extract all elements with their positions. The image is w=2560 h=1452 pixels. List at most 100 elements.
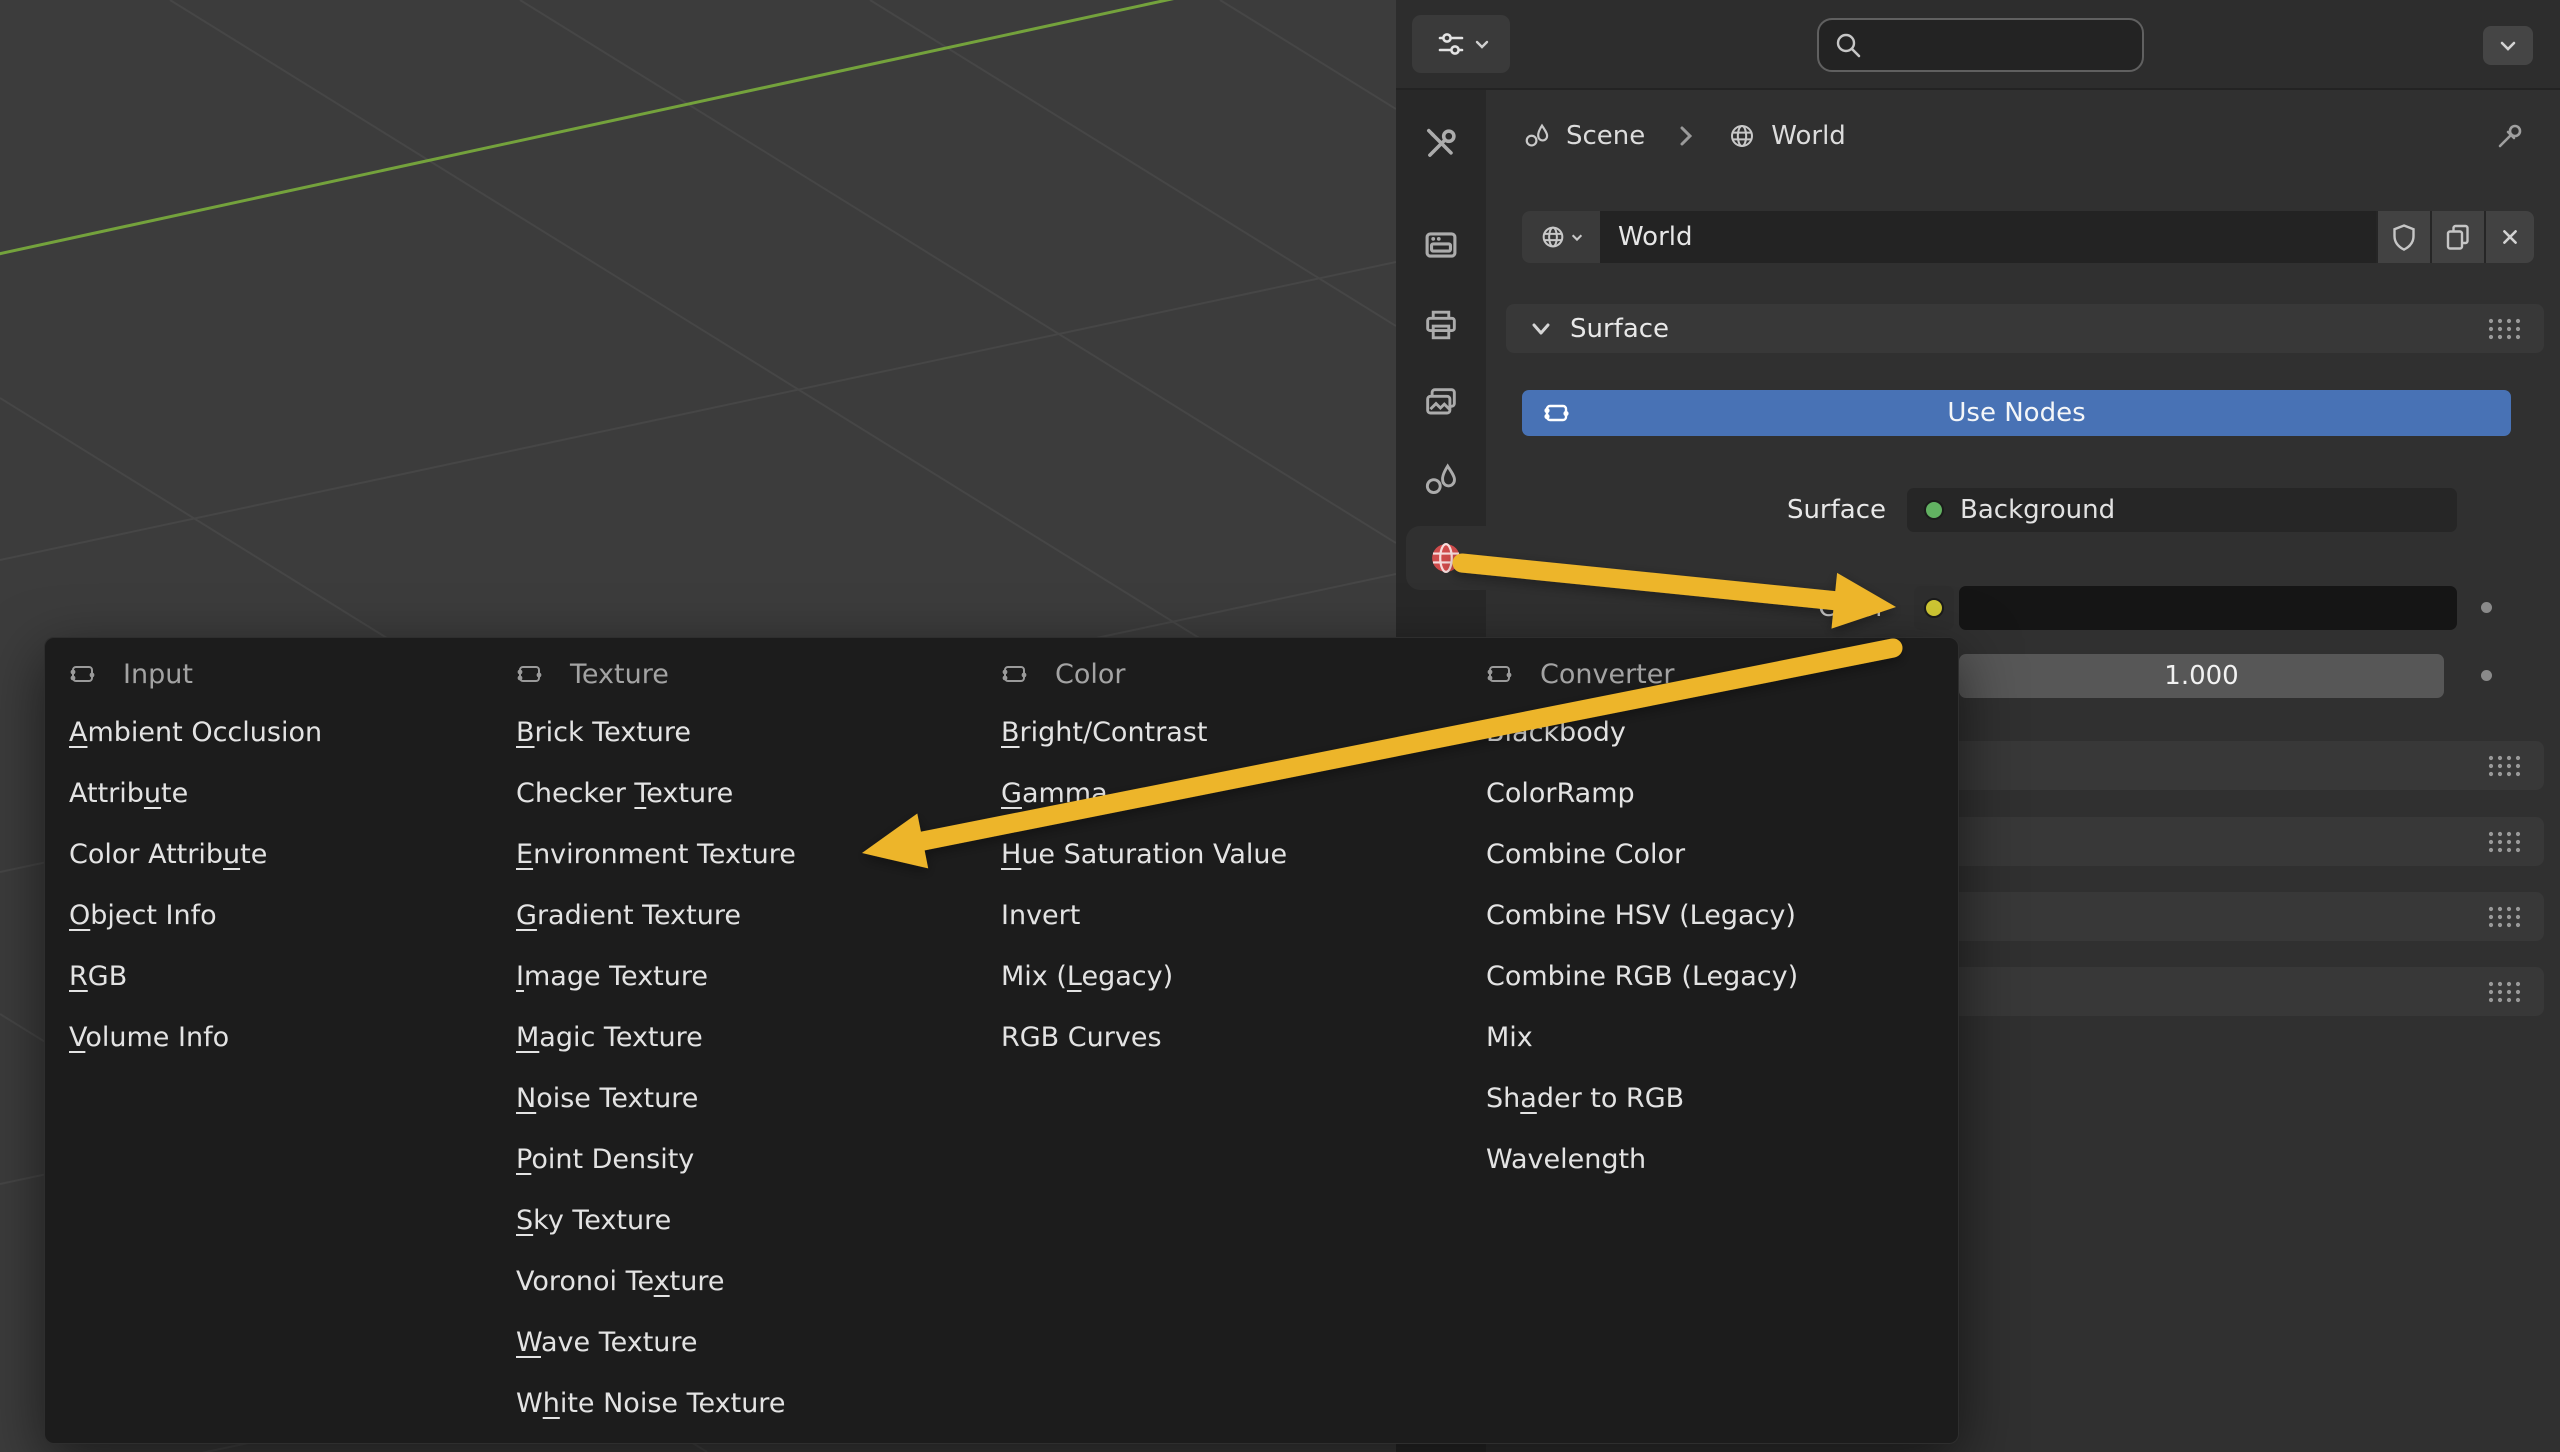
menu-item-shader-to-rgb[interactable]: Shader to RGB	[1484, 1068, 1828, 1129]
tab-render[interactable]	[1403, 213, 1479, 277]
render-icon	[1421, 225, 1461, 265]
menu-column-title: Texture	[570, 659, 669, 690]
menu-item-hue-saturation-value[interactable]: Hue Saturation Value	[999, 824, 1317, 885]
menu-item-color-attribute[interactable]: Color Attribute	[67, 824, 352, 885]
menu-column-header: Converter	[1484, 646, 1828, 702]
tab-view-layer[interactable]	[1403, 371, 1479, 435]
menu-column-converter: Converter BlackbodyColorRampCombine Color…	[1484, 646, 1828, 1190]
unlink-datablock-button[interactable]	[2484, 211, 2534, 263]
node-icon	[999, 659, 1029, 689]
menu-column-title: Input	[123, 659, 193, 690]
datablock-browse-button[interactable]	[1522, 211, 1600, 263]
menu-item-white-noise-texture[interactable]: White Noise Texture	[514, 1373, 826, 1434]
menu-item-rgb[interactable]: RGB	[67, 946, 352, 1007]
breadcrumb: Scene World	[1486, 108, 2560, 164]
color-socket-icon	[1924, 598, 1944, 618]
pin-icon[interactable]	[2494, 120, 2526, 156]
copy-icon	[2442, 221, 2474, 253]
menu-column-texture: Texture Brick TextureChecker TextureEnvir…	[514, 646, 826, 1434]
shield-icon	[2388, 221, 2420, 253]
node-icon	[1484, 659, 1514, 689]
menu-item-mix[interactable]: Mix	[1484, 1007, 1828, 1068]
duplicate-datablock-button[interactable]	[2430, 211, 2484, 263]
search-input[interactable]	[1863, 30, 2107, 60]
menu-item-voronoi-texture[interactable]: Voronoi Texture	[514, 1251, 826, 1312]
menu-item-combine-color[interactable]: Combine Color	[1484, 824, 1828, 885]
tab-output[interactable]	[1403, 293, 1479, 357]
printer-icon	[1421, 305, 1461, 345]
menu-item-combine-rgb-legacy[interactable]: Combine RGB (Legacy)	[1484, 946, 1828, 1007]
menu-item-checker-texture[interactable]: Checker Texture	[514, 763, 826, 824]
animate-decorator-dot[interactable]	[2481, 670, 2492, 681]
menu-item-mix-legacy[interactable]: Mix (Legacy)	[999, 946, 1317, 1007]
menu-item-volume-info[interactable]: Volume Info	[67, 1007, 352, 1068]
drag-handle-icon[interactable]	[2486, 980, 2522, 1004]
menu-item-sky-texture[interactable]: Sky Texture	[514, 1190, 826, 1251]
header-options-button[interactable]	[2483, 26, 2533, 65]
panel-title: Surface	[1570, 314, 1669, 344]
color-value-field[interactable]	[1959, 586, 2457, 630]
menu-item-attribute[interactable]: Attribute	[67, 763, 352, 824]
editor-type-button[interactable]	[1412, 15, 1510, 73]
menu-item-brick-texture[interactable]: Brick Texture	[514, 702, 826, 763]
menu-item-ambient-occlusion[interactable]: Ambient Occlusion	[67, 702, 352, 763]
fake-user-shield-button[interactable]	[2376, 211, 2430, 263]
menu-item-blackbody[interactable]: Blackbody	[1484, 702, 1828, 763]
node-icon	[514, 659, 544, 689]
color-socket-button[interactable]	[1914, 586, 1954, 630]
menu-column-header: Texture	[514, 646, 826, 702]
drag-handle-icon[interactable]	[2486, 317, 2522, 341]
menu-item-wavelength[interactable]: Wavelength	[1484, 1129, 1828, 1190]
y-axis-line	[0, 0, 1190, 258]
menu-item-wave-texture[interactable]: Wave Texture	[514, 1312, 826, 1373]
chevron-down-icon	[1570, 230, 1584, 244]
chevron-down-icon	[1528, 316, 1554, 342]
menu-item-combine-hsv-legacy[interactable]: Combine HSV (Legacy)	[1484, 885, 1828, 946]
menu-item-point-density[interactable]: Point Density	[514, 1129, 826, 1190]
menu-item-gradient-texture[interactable]: Gradient Texture	[514, 885, 826, 946]
tab-tool[interactable]	[1403, 112, 1479, 176]
search-box[interactable]	[1817, 18, 2144, 72]
color-row: Color	[1486, 586, 2544, 630]
menu-item-noise-texture[interactable]: Noise Texture	[514, 1068, 826, 1129]
menu-item-rgb-curves[interactable]: RGB Curves	[999, 1007, 1317, 1068]
add-node-menu: Input Ambient OcclusionAttributeColor Att…	[44, 637, 1959, 1444]
drag-handle-icon[interactable]	[2486, 905, 2522, 929]
tab-scene[interactable]	[1403, 448, 1479, 512]
drag-handle-icon[interactable]	[2486, 754, 2522, 778]
breadcrumb-world: World	[1771, 121, 1846, 151]
search-icon	[1833, 30, 1863, 60]
menu-item-image-texture[interactable]: Image Texture	[514, 946, 826, 1007]
surface-panel-header[interactable]: Surface	[1506, 304, 2544, 353]
menu-item-object-info[interactable]: Object Info	[67, 885, 352, 946]
node-icon	[67, 659, 97, 689]
menu-item-invert[interactable]: Invert	[999, 885, 1317, 946]
drag-handle-icon[interactable]	[2486, 830, 2522, 854]
menu-column-color: ColorBright/ContrastGammaHue Saturation …	[999, 646, 1317, 1068]
world-icon	[1727, 121, 1757, 151]
tab-world[interactable]	[1406, 526, 1486, 590]
use-nodes-button[interactable]: Use Nodes	[1522, 390, 2511, 436]
surface-shader-dropdown[interactable]: Background	[1907, 488, 2457, 532]
breadcrumb-scene: Scene	[1566, 121, 1645, 151]
strength-value-field[interactable]: 1.000	[1959, 654, 2444, 698]
menu-item-colorramp[interactable]: ColorRamp	[1484, 763, 1828, 824]
surface-label: Surface	[1486, 488, 1886, 532]
menu-column-header: Color	[999, 646, 1317, 702]
images-icon	[1421, 383, 1461, 423]
chevron-down-icon	[1474, 36, 1490, 52]
menu-item-magic-texture[interactable]: Magic Texture	[514, 1007, 826, 1068]
use-nodes-label: Use Nodes	[1947, 398, 2085, 428]
close-icon	[2495, 222, 2525, 252]
world-icon	[1426, 538, 1466, 578]
menu-column-header: Input	[67, 646, 352, 702]
world-icon	[1539, 223, 1567, 251]
menu-item-gamma[interactable]: Gamma	[999, 763, 1317, 824]
datablock-name-field[interactable]: World	[1600, 211, 2376, 263]
animate-decorator-dot[interactable]	[2481, 602, 2492, 613]
scene-properties-icon	[1421, 460, 1461, 500]
menu-item-bright-contrast[interactable]: Bright/Contrast	[999, 702, 1317, 763]
menu-item-environment-texture[interactable]: Environment Texture	[514, 824, 826, 885]
nodetree-icon	[1540, 397, 1572, 433]
menu-column-title: Converter	[1540, 659, 1674, 690]
